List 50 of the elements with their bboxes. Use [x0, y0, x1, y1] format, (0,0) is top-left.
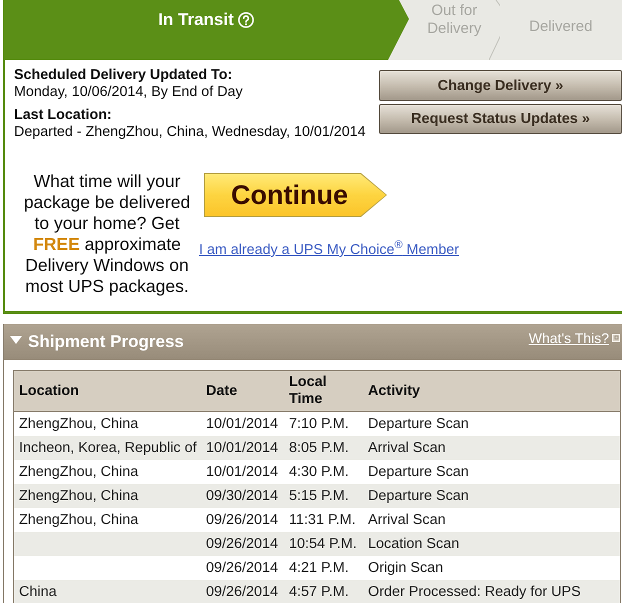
field-value: Departed - ZhengZhou, China, Wednesday, 10/01/2014: [14, 124, 366, 141]
table-cell: 09/26/2014: [206, 560, 278, 576]
table-cell: 8:05 P.M.: [289, 440, 349, 456]
table-cell: Departure Scan: [368, 464, 469, 480]
column-header: Location: [19, 382, 79, 400]
table-cell: ZhengZhou, China: [19, 512, 138, 528]
table-cell: Order Processed: Ready for UPS: [368, 584, 581, 600]
field-label: Scheduled Delivery Updated To:: [14, 67, 232, 84]
promo-text: What time will your package be delivered to your home? Get FREE approximate Delivery Windows on most UPS packages.: [22, 171, 192, 297]
action-button[interactable]: Request Status Updates »: [379, 104, 622, 134]
table-cell: 10/01/2014: [206, 440, 278, 456]
field-value: Monday, 10/06/2014, By End of Day: [14, 84, 243, 101]
table-cell: Arrival Scan: [368, 440, 446, 456]
table-cell: 4:21 P.M.: [289, 560, 349, 576]
table-cell: 09/26/2014: [206, 512, 278, 528]
table-cell: Departure Scan: [368, 416, 469, 432]
table-cell: China: [19, 584, 57, 600]
table-cell: 10:54 P.M.: [289, 536, 357, 552]
table-cell: 10/01/2014: [206, 464, 278, 480]
table-cell: Location Scan: [368, 536, 460, 552]
table-cell: 4:30 P.M.: [289, 464, 349, 480]
step-label: In Transit: [158, 11, 234, 29]
continue-button[interactable]: Continue: [204, 173, 387, 217]
table-cell: 5:15 P.M.: [289, 488, 349, 504]
table-cell: ZhengZhou, China: [19, 416, 138, 432]
external-link-icon[interactable]: [612, 334, 620, 342]
table-cell: 7:10 P.M.: [289, 416, 349, 432]
field-label: Last Location:: [14, 107, 112, 124]
table-cell: 10/01/2014: [206, 416, 278, 432]
action-button[interactable]: Change Delivery »: [379, 70, 622, 101]
table-cell: 4:57 P.M.: [289, 584, 349, 600]
table-cell: ZhengZhou, China: [19, 464, 138, 480]
table-cell: 09/26/2014: [206, 584, 278, 600]
panel-title: Shipment Progress: [28, 332, 184, 352]
table-cell: 09/30/2014: [206, 488, 278, 504]
step-label: Out for Delivery: [426, 2, 482, 38]
table-cell: Origin Scan: [368, 560, 444, 576]
help-icon[interactable]: [238, 12, 254, 28]
member-link[interactable]: I am already a UPS My Choice$^{®}$ Member: [199, 242, 459, 259]
table-cell: Arrival Scan: [368, 512, 446, 528]
column-header: Local Time: [289, 374, 327, 408]
step-label: Delivered: [529, 18, 592, 36]
column-header: Activity: [368, 382, 420, 400]
table-cell: 11:31 P.M.: [289, 512, 356, 528]
table-cell: ZhengZhou, China: [19, 488, 138, 504]
caret-down-icon[interactable]: [10, 336, 22, 344]
table-cell: Incheon, Korea, Republic of: [19, 440, 197, 456]
table-cell: Departure Scan: [368, 488, 469, 504]
column-header: Date: [206, 382, 238, 400]
table-cell: 09/26/2014: [206, 536, 278, 552]
